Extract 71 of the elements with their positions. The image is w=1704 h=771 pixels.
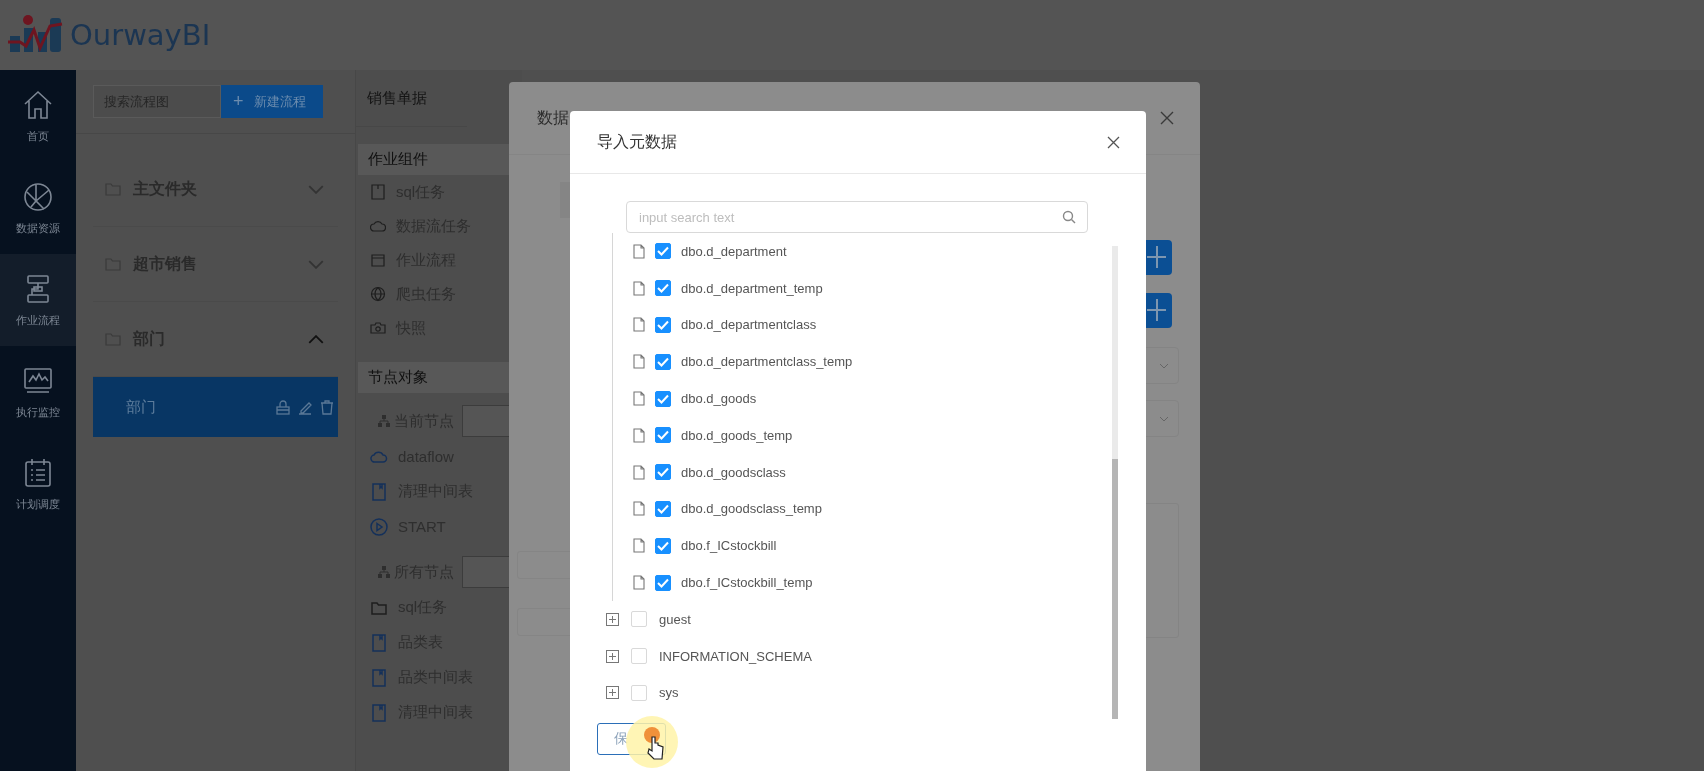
globe-icon bbox=[22, 180, 54, 213]
home-icon bbox=[22, 88, 54, 121]
checkbox[interactable] bbox=[655, 464, 671, 481]
checkbox[interactable] bbox=[655, 280, 671, 297]
document-icon bbox=[370, 482, 388, 501]
cloud-icon bbox=[370, 218, 386, 234]
file-icon bbox=[633, 427, 645, 443]
tree-item[interactable]: dbo.d_goodsclass_temp bbox=[681, 501, 822, 517]
new-flow-button[interactable]: + 新建流程 bbox=[221, 85, 323, 118]
search-icon bbox=[1062, 210, 1076, 224]
tree-item[interactable]: guest bbox=[659, 611, 691, 627]
tree-item[interactable]: dbo.d_department_temp bbox=[681, 280, 823, 296]
tree-item[interactable]: dbo.d_departmentclass bbox=[681, 317, 817, 333]
camera-icon bbox=[370, 320, 386, 336]
checkbox[interactable] bbox=[655, 390, 671, 407]
checkbox[interactable] bbox=[655, 427, 671, 444]
checkbox[interactable] bbox=[655, 243, 671, 260]
hierarchy-icon bbox=[378, 415, 390, 427]
tree-item[interactable]: dbo.d_goods bbox=[681, 391, 757, 407]
tree-item[interactable]: INFORMATION_SCHEMA bbox=[659, 648, 812, 664]
close-icon[interactable] bbox=[1160, 111, 1174, 125]
hierarchy-icon bbox=[378, 566, 390, 578]
document-icon bbox=[370, 633, 388, 652]
file-icon bbox=[633, 538, 645, 554]
tree-item[interactable]: dbo.d_departmentclass_temp bbox=[681, 354, 853, 370]
file-icon bbox=[633, 501, 645, 517]
close-icon[interactable] bbox=[1107, 135, 1120, 149]
chevron-down-icon bbox=[1159, 416, 1169, 422]
nav-item[interactable]: 首页 bbox=[0, 70, 76, 162]
checkbox[interactable] bbox=[655, 574, 671, 591]
file-icon bbox=[633, 391, 645, 407]
checkbox[interactable] bbox=[655, 537, 671, 554]
file-icon bbox=[633, 575, 645, 591]
tree-item[interactable]: dbo.d_goodsclass bbox=[681, 464, 786, 480]
scrollbar[interactable] bbox=[1112, 246, 1118, 719]
nav-item[interactable]: 执行监控 bbox=[0, 346, 76, 438]
dialog-title: 导入元数据 bbox=[597, 131, 677, 152]
calendar-icon bbox=[370, 252, 386, 268]
expand-icon[interactable] bbox=[606, 612, 619, 626]
add-button[interactable] bbox=[1146, 293, 1172, 328]
file-icon bbox=[633, 317, 645, 333]
trash-icon[interactable] bbox=[320, 399, 334, 415]
expand-icon[interactable] bbox=[606, 686, 619, 700]
calendar-icon bbox=[22, 456, 54, 489]
document-icon bbox=[370, 668, 388, 687]
document-icon bbox=[370, 703, 388, 722]
checkbox[interactable] bbox=[655, 317, 671, 333]
file-icon bbox=[633, 280, 645, 296]
tree-item[interactable]: dbo.d_goods_temp bbox=[681, 427, 793, 443]
nav-item[interactable]: 计划调度 bbox=[0, 438, 76, 530]
tree-item[interactable]: dbo.f_ICstockbill bbox=[681, 538, 777, 554]
tree-item[interactable]: dbo.f_ICstockbill_temp bbox=[681, 575, 813, 591]
add-button[interactable] bbox=[1146, 240, 1172, 275]
chevron-down-icon bbox=[1159, 363, 1169, 369]
nav-item[interactable]: 作业流程 bbox=[0, 254, 76, 346]
checkbox[interactable] bbox=[655, 500, 671, 517]
flow-item[interactable]: 部门 bbox=[93, 377, 338, 437]
tree-item[interactable]: dbo.d_department bbox=[681, 243, 787, 259]
play-icon bbox=[370, 517, 388, 536]
expand-icon[interactable] bbox=[606, 649, 619, 663]
lock-icon[interactable] bbox=[276, 399, 290, 415]
file-icon bbox=[633, 243, 645, 259]
dialog-title: 数据 bbox=[537, 107, 569, 128]
logo-text: OurwayBI bbox=[70, 18, 211, 52]
nav-item[interactable]: 数据资源 bbox=[0, 162, 76, 254]
file-icon bbox=[633, 354, 645, 370]
checkbox[interactable] bbox=[655, 353, 671, 370]
tree-item[interactable]: sys bbox=[659, 685, 679, 701]
file-icon bbox=[633, 464, 645, 480]
globe-icon bbox=[370, 286, 386, 302]
document-icon bbox=[370, 184, 386, 200]
